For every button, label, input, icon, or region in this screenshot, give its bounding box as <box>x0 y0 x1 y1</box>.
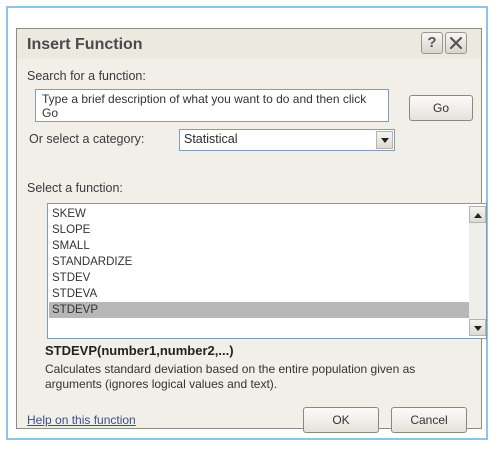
ok-button[interactable]: OK <box>303 407 379 433</box>
insert-function-dialog: Insert Function ? Search for a function:… <box>16 28 487 433</box>
close-icon <box>449 36 463 50</box>
chevron-down-icon <box>474 326 482 331</box>
function-item-skew[interactable]: SKEW <box>52 206 86 222</box>
category-select[interactable]: Statistical <box>179 129 395 151</box>
screenshot-frame: Insert Function ? Search for a function:… <box>6 6 488 440</box>
category-label: Or select a category: <box>29 132 145 146</box>
function-item-stdeva[interactable]: STDEVA <box>52 286 97 302</box>
go-button[interactable]: Go <box>409 95 473 121</box>
help-icon: ? <box>427 34 437 51</box>
search-label: Search for a function: <box>27 69 146 83</box>
title-bar: Insert Function ? <box>17 29 481 59</box>
function-description: Calculates standard deviation based on t… <box>45 362 416 391</box>
help-on-function-link[interactable]: Help on this function <box>27 413 136 427</box>
function-item-stdevp[interactable]: STDEVP <box>49 302 470 318</box>
chevron-up-icon <box>474 213 482 218</box>
function-item-small[interactable]: SMALL <box>52 238 90 254</box>
scroll-down-button[interactable] <box>469 319 486 336</box>
dialog-title: Insert Function <box>27 36 143 53</box>
function-item-standardize[interactable]: STANDARDIZE <box>52 254 132 270</box>
scroll-up-button[interactable] <box>469 206 486 223</box>
chevron-down-icon <box>381 138 389 143</box>
close-button[interactable] <box>445 32 467 54</box>
function-list[interactable]: SKEW SLOPE SMALL STANDARDIZE STDEV STDEV… <box>47 203 487 339</box>
scrollbar-track[interactable] <box>469 223 486 319</box>
category-selected-value: Statistical <box>184 132 238 146</box>
function-item-slope[interactable]: SLOPE <box>52 222 90 238</box>
search-input[interactable]: Type a brief description of what you wan… <box>35 89 389 122</box>
function-item-stdev[interactable]: STDEV <box>52 270 90 286</box>
function-signature: STDEVP(number1,number2,...) <box>45 343 234 358</box>
help-button[interactable]: ? <box>421 32 443 54</box>
category-dropdown-button[interactable] <box>376 131 393 149</box>
cancel-button[interactable]: Cancel <box>391 407 467 433</box>
function-list-label: Select a function: <box>27 181 123 195</box>
